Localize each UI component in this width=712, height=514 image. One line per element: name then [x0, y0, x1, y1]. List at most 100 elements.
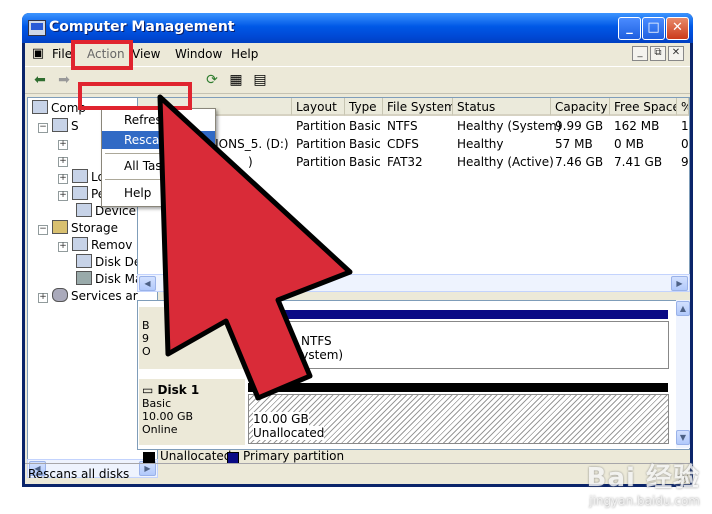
scroll-right-icon[interactable]: ▶ — [671, 276, 688, 291]
expand-system-tools[interactable]: − — [38, 123, 48, 133]
hard-disk-icon: ▭ — [142, 383, 158, 397]
maximize-button[interactable]: □ — [642, 17, 665, 40]
cell-file-system: NTFS — [387, 119, 418, 133]
column-header-file-system[interactable]: File System — [383, 98, 453, 116]
system-volume[interactable]: B NTFS (System) — [248, 321, 669, 369]
removable-icon — [72, 237, 88, 251]
cell-free-space: 7.41 GB — [614, 155, 663, 169]
graph-vertical-scrollbar[interactable]: ▲ ▼ — [676, 300, 690, 448]
refresh-icon[interactable]: ⟳ — [203, 71, 221, 89]
console-icon[interactable]: ▣ — [29, 45, 47, 63]
graphical-disk-view: B 9 O B NTFS (System) ▭ Disk 1 Basic 10.… — [137, 300, 690, 450]
menu-item-all-tasks[interactable]: All Tasks — [102, 157, 215, 175]
computer-icon — [32, 100, 48, 114]
highlight-box-rescan-disks — [78, 82, 192, 110]
column-header-percent-free[interactable]: % — [677, 98, 689, 116]
forward-icon[interactable]: ➡ — [55, 71, 73, 89]
mdi-minimize-button[interactable]: _ — [632, 46, 648, 61]
cell-percent-free: 0 — [681, 137, 689, 151]
cell-layout: Partition — [296, 155, 347, 169]
cell-type: Basic — [349, 155, 381, 169]
mdi-close-button[interactable]: ✕ — [668, 46, 684, 61]
cell-status: Healthy (Active) — [457, 155, 554, 169]
close-button[interactable]: ✕ — [666, 17, 689, 40]
mdi-restore-button[interactable]: ⧉ — [650, 46, 666, 61]
watermark-logo: Bai 经验 — [586, 463, 700, 493]
menu-file[interactable]: File — [52, 47, 72, 61]
menu-item-rescan-disks[interactable]: Rescan Disks — [102, 131, 215, 149]
expand-shared-folders[interactable]: + — [58, 157, 68, 167]
title-bar[interactable]: Computer Management _ □ ✕ — [22, 13, 693, 43]
device-icon — [76, 203, 92, 217]
scroll-down-icon[interactable]: ▼ — [676, 430, 690, 445]
cell-capacity: 57 MB — [555, 137, 593, 151]
tree-item-disk-management[interactable]: Disk Ma — [76, 271, 142, 288]
cell-type: Basic — [349, 137, 381, 151]
storage-icon — [52, 220, 68, 234]
services-icon — [52, 288, 68, 302]
volume-list: Layout Type File System Status Capacity … — [137, 97, 690, 279]
menu-help[interactable]: Help — [231, 47, 258, 61]
column-header-status[interactable]: Status — [453, 98, 551, 116]
properties-icon[interactable]: ▦ — [227, 71, 245, 89]
tree-item-storage[interactable]: Storage — [52, 220, 118, 237]
highlight-box-action-menu — [71, 40, 133, 70]
column-header-capacity[interactable]: Capacity — [551, 98, 610, 116]
legend-label-unallocated: Unallocated — [160, 449, 232, 463]
expand-event-viewer[interactable]: + — [58, 140, 68, 150]
list-horizontal-scrollbar[interactable]: ◀ ▶ — [137, 274, 690, 292]
column-header-layout[interactable]: Layout — [292, 98, 345, 116]
primary-partition-bar — [248, 310, 668, 319]
disk-0-label[interactable]: B 9 O — [139, 307, 245, 369]
scroll-left-icon[interactable]: ◀ — [139, 276, 156, 291]
cell-status: Healthy (System) — [457, 119, 562, 133]
tree-item-disk-defragmenter[interactable]: Disk De — [76, 254, 141, 271]
cell-percent-free: 9 — [681, 155, 689, 169]
disk-icon — [76, 271, 92, 285]
unallocated-space[interactable]: 10.00 GB Unallocated — [248, 394, 669, 444]
help-icon[interactable]: ▤ — [251, 71, 269, 89]
column-header-free-space[interactable]: Free Space — [610, 98, 677, 116]
tree-item-system-tools[interactable]: S — [52, 118, 79, 135]
cell-layout: Partition — [296, 119, 347, 133]
menu-item-help[interactable]: Help — [102, 184, 215, 202]
mdi-controls: _ ⧉ ✕ — [632, 46, 684, 61]
cell-file-system: FAT32 — [387, 155, 423, 169]
submenu-arrow-icon: ▶ — [203, 159, 210, 169]
expand-removable-storage[interactable]: + — [58, 242, 68, 252]
cell-volume[interactable]: ) — [248, 153, 288, 171]
disk-1-label[interactable]: ▭ Disk 1 Basic 10.00 GB Online — [139, 379, 245, 445]
performance-icon — [72, 186, 88, 200]
action-menu: Refresh Rescan Disks All Tasks ▶ Help — [101, 108, 216, 207]
cell-free-space: 162 MB — [614, 119, 660, 133]
baidu-watermark: Bai 经验 jingyan.baidu.com — [587, 457, 700, 508]
cell-type: Basic — [349, 119, 381, 133]
scroll-up-icon[interactable]: ▲ — [676, 301, 690, 316]
back-icon[interactable]: ⬅ — [31, 71, 49, 89]
cell-capacity: 9.99 GB — [555, 119, 604, 133]
expand-local-users[interactable]: + — [58, 174, 68, 184]
legend-label-primary: Primary partition — [243, 449, 345, 463]
expand-services[interactable]: + — [38, 293, 48, 303]
menu-window[interactable]: Window — [175, 47, 222, 61]
tree-item-removable-storage[interactable]: Remov — [72, 237, 132, 254]
defrag-icon — [76, 254, 92, 268]
cell-free-space: 0 MB — [614, 137, 645, 151]
cell-capacity: 7.46 GB — [555, 155, 604, 169]
status-text: Rescans all disks — [28, 467, 130, 481]
cell-layout: Partition — [296, 137, 347, 151]
minimize-button[interactable]: _ — [618, 17, 641, 40]
computer-management-icon — [28, 20, 46, 36]
column-header-type[interactable]: Type — [345, 98, 383, 116]
tools-icon — [52, 118, 68, 132]
cell-status: Healthy — [457, 137, 504, 151]
cell-file-system: CDFS — [387, 137, 419, 151]
menu-view[interactable]: View — [132, 47, 160, 61]
menu-item-refresh[interactable]: Refresh — [102, 111, 215, 129]
expand-performance[interactable]: + — [58, 191, 68, 201]
cell-percent-free: 1 — [681, 119, 689, 133]
watermark-url: jingyan.baidu.com — [589, 494, 700, 508]
window-title: Computer Management — [49, 19, 235, 35]
tree-item-services-applications[interactable]: Services ar — [52, 288, 138, 305]
expand-storage[interactable]: − — [38, 225, 48, 235]
